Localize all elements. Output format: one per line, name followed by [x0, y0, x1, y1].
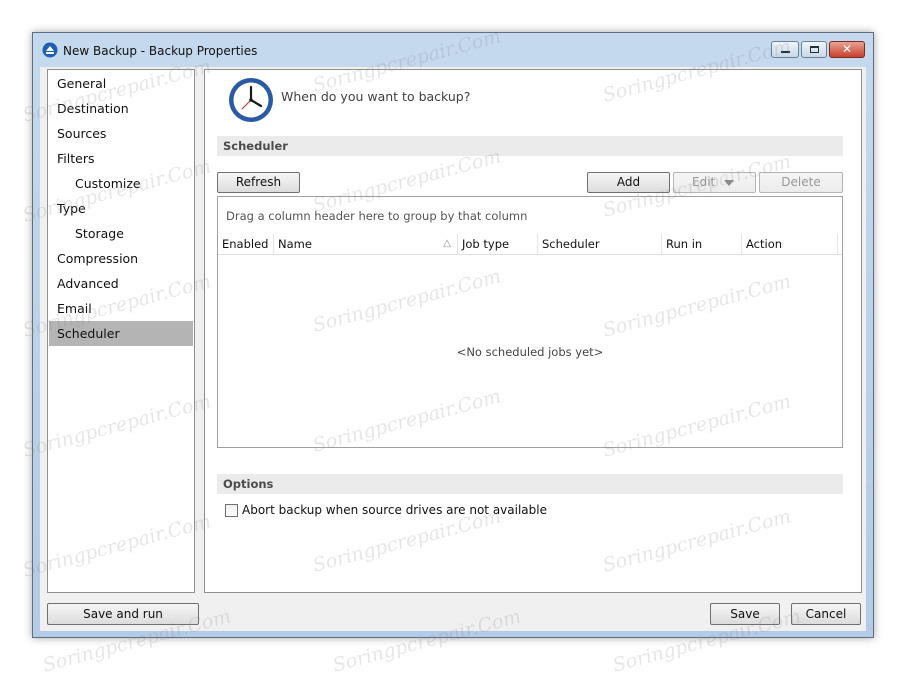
app-logo-icon	[42, 42, 58, 58]
schedule-question: When do you want to backup?	[281, 89, 471, 104]
group-by-hint: Drag a column header here to group by th…	[226, 209, 528, 223]
nav-item-email[interactable]: Email	[49, 296, 193, 321]
add-button[interactable]: Add	[587, 172, 670, 193]
grid-header-row: Enabled Name △ Job type Scheduler Run in…	[218, 234, 842, 255]
options-section-header: Options	[217, 474, 843, 494]
sort-ascending-icon: △	[443, 238, 451, 249]
backup-properties-window: New Backup - Backup Properties ✕ General…	[32, 32, 874, 638]
edit-dropdown-button[interactable]: Edit	[673, 172, 756, 193]
nav-item-storage[interactable]: Storage	[49, 221, 193, 246]
column-header-action[interactable]: Action	[742, 234, 838, 254]
close-icon: ✕	[841, 42, 853, 56]
scheduler-section-header: Scheduler	[217, 136, 843, 156]
column-header-enabled[interactable]: Enabled	[218, 234, 274, 254]
nav-item-sources[interactable]: Sources	[49, 121, 193, 146]
delete-button[interactable]: Delete	[759, 172, 843, 193]
nav-item-filters[interactable]: Filters	[49, 146, 193, 171]
scheduler-panel: When do you want to backup? Scheduler Re…	[204, 69, 862, 593]
maximize-button[interactable]	[801, 41, 827, 58]
nav-item-customize[interactable]: Customize	[49, 171, 193, 196]
dialog-client-area: General Destination Sources Filters Cust…	[40, 67, 866, 631]
column-header-scheduler[interactable]: Scheduler	[538, 234, 662, 254]
close-button[interactable]: ✕	[829, 41, 865, 58]
column-header-run-in[interactable]: Run in	[662, 234, 742, 254]
column-header-job-type[interactable]: Job type	[458, 234, 538, 254]
column-header-label: Enabled	[222, 237, 269, 251]
save-button[interactable]: Save	[710, 603, 780, 625]
abort-backup-label[interactable]: Abort backup when source drives are not …	[242, 503, 547, 517]
column-header-label: Scheduler	[542, 237, 600, 251]
nav-item-advanced[interactable]: Advanced	[49, 271, 193, 296]
column-header-name[interactable]: Name △	[274, 234, 458, 254]
chevron-down-icon	[724, 180, 734, 186]
column-header-label: Run in	[666, 237, 703, 251]
window-title: New Backup - Backup Properties	[63, 44, 258, 58]
settings-nav: General Destination Sources Filters Cust…	[47, 69, 195, 593]
cancel-button[interactable]: Cancel	[791, 603, 861, 625]
clock-icon	[229, 78, 273, 122]
nav-item-scheduler[interactable]: Scheduler	[49, 321, 193, 346]
nav-item-general[interactable]: General	[49, 71, 193, 96]
nav-item-type[interactable]: Type	[49, 196, 193, 221]
nav-item-compression[interactable]: Compression	[49, 246, 193, 271]
nav-item-destination[interactable]: Destination	[49, 96, 193, 121]
column-header-label: Action	[746, 237, 783, 251]
edit-label: Edit	[692, 175, 716, 189]
title-bar[interactable]: New Backup - Backup Properties ✕	[33, 33, 873, 67]
column-header-label: Name	[278, 237, 312, 251]
save-and-run-button[interactable]: Save and run	[47, 603, 199, 625]
refresh-button[interactable]: Refresh	[217, 172, 300, 193]
minimize-button[interactable]	[771, 41, 799, 58]
column-header-label: Job type	[462, 237, 510, 251]
abort-backup-checkbox[interactable]	[225, 504, 238, 517]
maximize-icon	[810, 46, 819, 53]
scheduled-jobs-grid: Drag a column header here to group by th…	[217, 196, 843, 448]
empty-grid-message: <No scheduled jobs yet>	[456, 345, 604, 359]
minimize-icon	[781, 51, 790, 53]
